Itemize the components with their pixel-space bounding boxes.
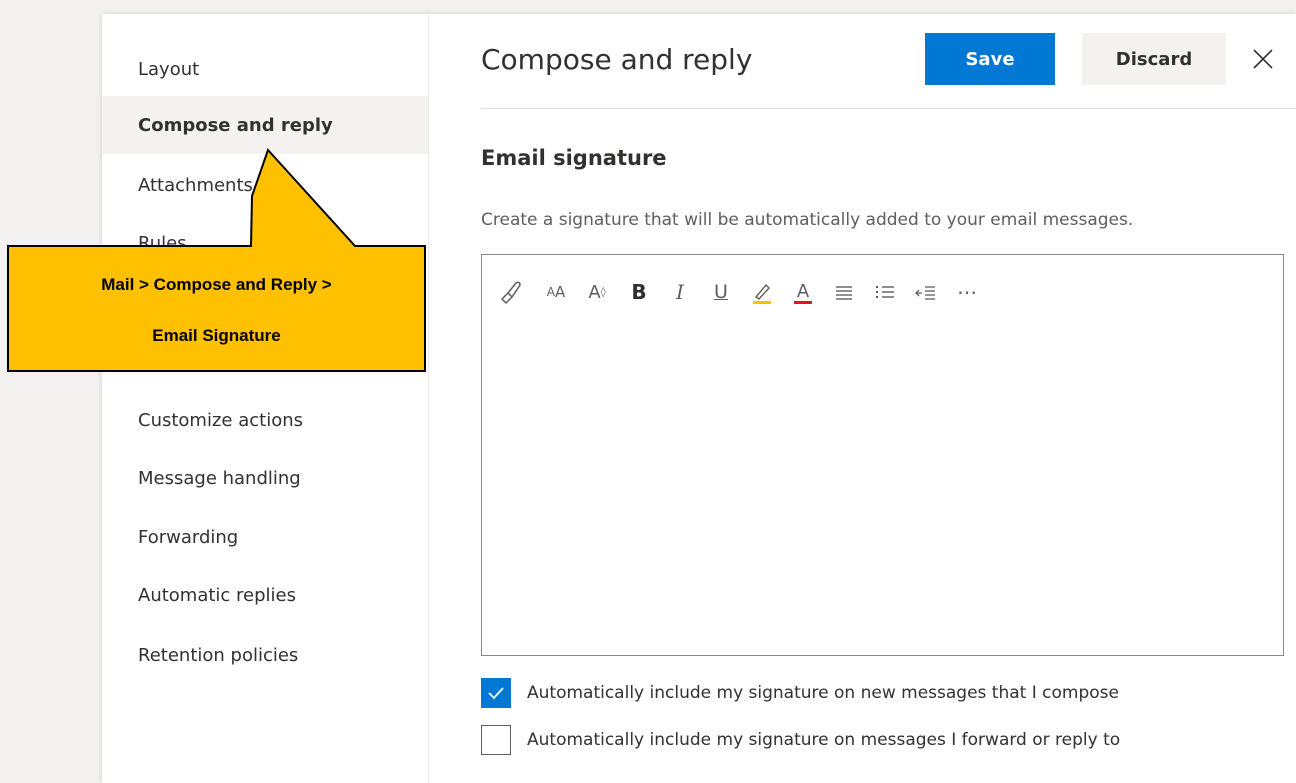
nav-item-retention-policies[interactable]: Retention policies: [102, 626, 428, 684]
discard-button[interactable]: Discard: [1082, 33, 1226, 85]
settings-nav: Layout Compose and reply Attachments Rul…: [102, 14, 429, 783]
checkbox-checked[interactable]: [481, 678, 511, 708]
nav-item-label: Message handling: [138, 467, 301, 489]
nav-item-forwarding[interactable]: Forwarding: [102, 508, 428, 566]
signature-text-area[interactable]: [492, 325, 1273, 645]
numbering-icon[interactable]: [870, 277, 900, 307]
nav-item-automatic-replies[interactable]: Automatic replies: [102, 566, 428, 624]
svg-text:A: A: [797, 281, 810, 302]
underline-icon[interactable]: U: [706, 277, 736, 307]
decrease-indent-icon[interactable]: [911, 277, 941, 307]
nav-item-label: Automatic replies: [138, 584, 296, 606]
nav-item-message-handling[interactable]: Message handling: [102, 449, 428, 507]
nav-item-label: Customize actions: [138, 409, 303, 431]
nav-item-label: Compose and reply: [138, 114, 333, 136]
nav-item-customize-actions[interactable]: Customize actions: [102, 391, 428, 449]
more-options-icon[interactable]: ⋯: [952, 277, 982, 307]
close-icon[interactable]: [1249, 45, 1277, 73]
font-size-icon[interactable]: AA: [541, 277, 571, 307]
checkbox-label: Automatically include my signature on ne…: [527, 683, 1119, 703]
header-divider: [481, 108, 1296, 109]
auto-include-forward-reply-option[interactable]: Automatically include my signature on me…: [481, 725, 1120, 755]
page-title: Compose and reply: [481, 43, 753, 76]
nav-item-layout[interactable]: Layout: [102, 40, 428, 98]
nav-item-rules[interactable]: Rules: [102, 214, 428, 272]
callout-text-line1: Mail > Compose and Reply >: [101, 275, 332, 294]
nav-item-label: Retention policies: [138, 644, 299, 666]
section-description: Create a signature that will be automati…: [481, 210, 1134, 230]
nav-item-label: Forwarding: [138, 526, 239, 548]
text-highlight-icon[interactable]: A ◊: [582, 277, 612, 307]
checkbox-unchecked[interactable]: [481, 725, 511, 755]
nav-item-label: Junk email: [138, 348, 232, 370]
checkbox-label: Automatically include my signature on me…: [527, 730, 1121, 750]
nav-item-compose-and-reply[interactable]: Compose and reply: [102, 96, 428, 154]
save-button[interactable]: Save: [925, 33, 1055, 85]
nav-item-label: Rules: [138, 232, 187, 254]
nav-item-label: Layout: [138, 58, 200, 80]
checkmark-icon: [488, 687, 504, 700]
auto-include-new-messages-option[interactable]: Automatically include my signature on ne…: [481, 678, 1119, 708]
highlight-color-icon[interactable]: [747, 277, 777, 307]
signature-editor: AA A ◊ B I U A ⋯: [481, 254, 1284, 656]
font-color-icon[interactable]: A: [788, 277, 818, 307]
section-title: Email signature: [481, 146, 667, 170]
bullets-icon[interactable]: [829, 277, 859, 307]
nav-item-attachments[interactable]: Attachments: [102, 156, 428, 214]
bold-icon[interactable]: B: [624, 277, 654, 307]
settings-main: Compose and reply Save Discard Email sig…: [429, 14, 1296, 783]
callout-text-line2: Email Signature: [152, 326, 281, 345]
italic-icon[interactable]: I: [665, 277, 695, 307]
nav-item-label: Attachments: [138, 174, 253, 196]
format-painter-icon[interactable]: [496, 277, 526, 307]
